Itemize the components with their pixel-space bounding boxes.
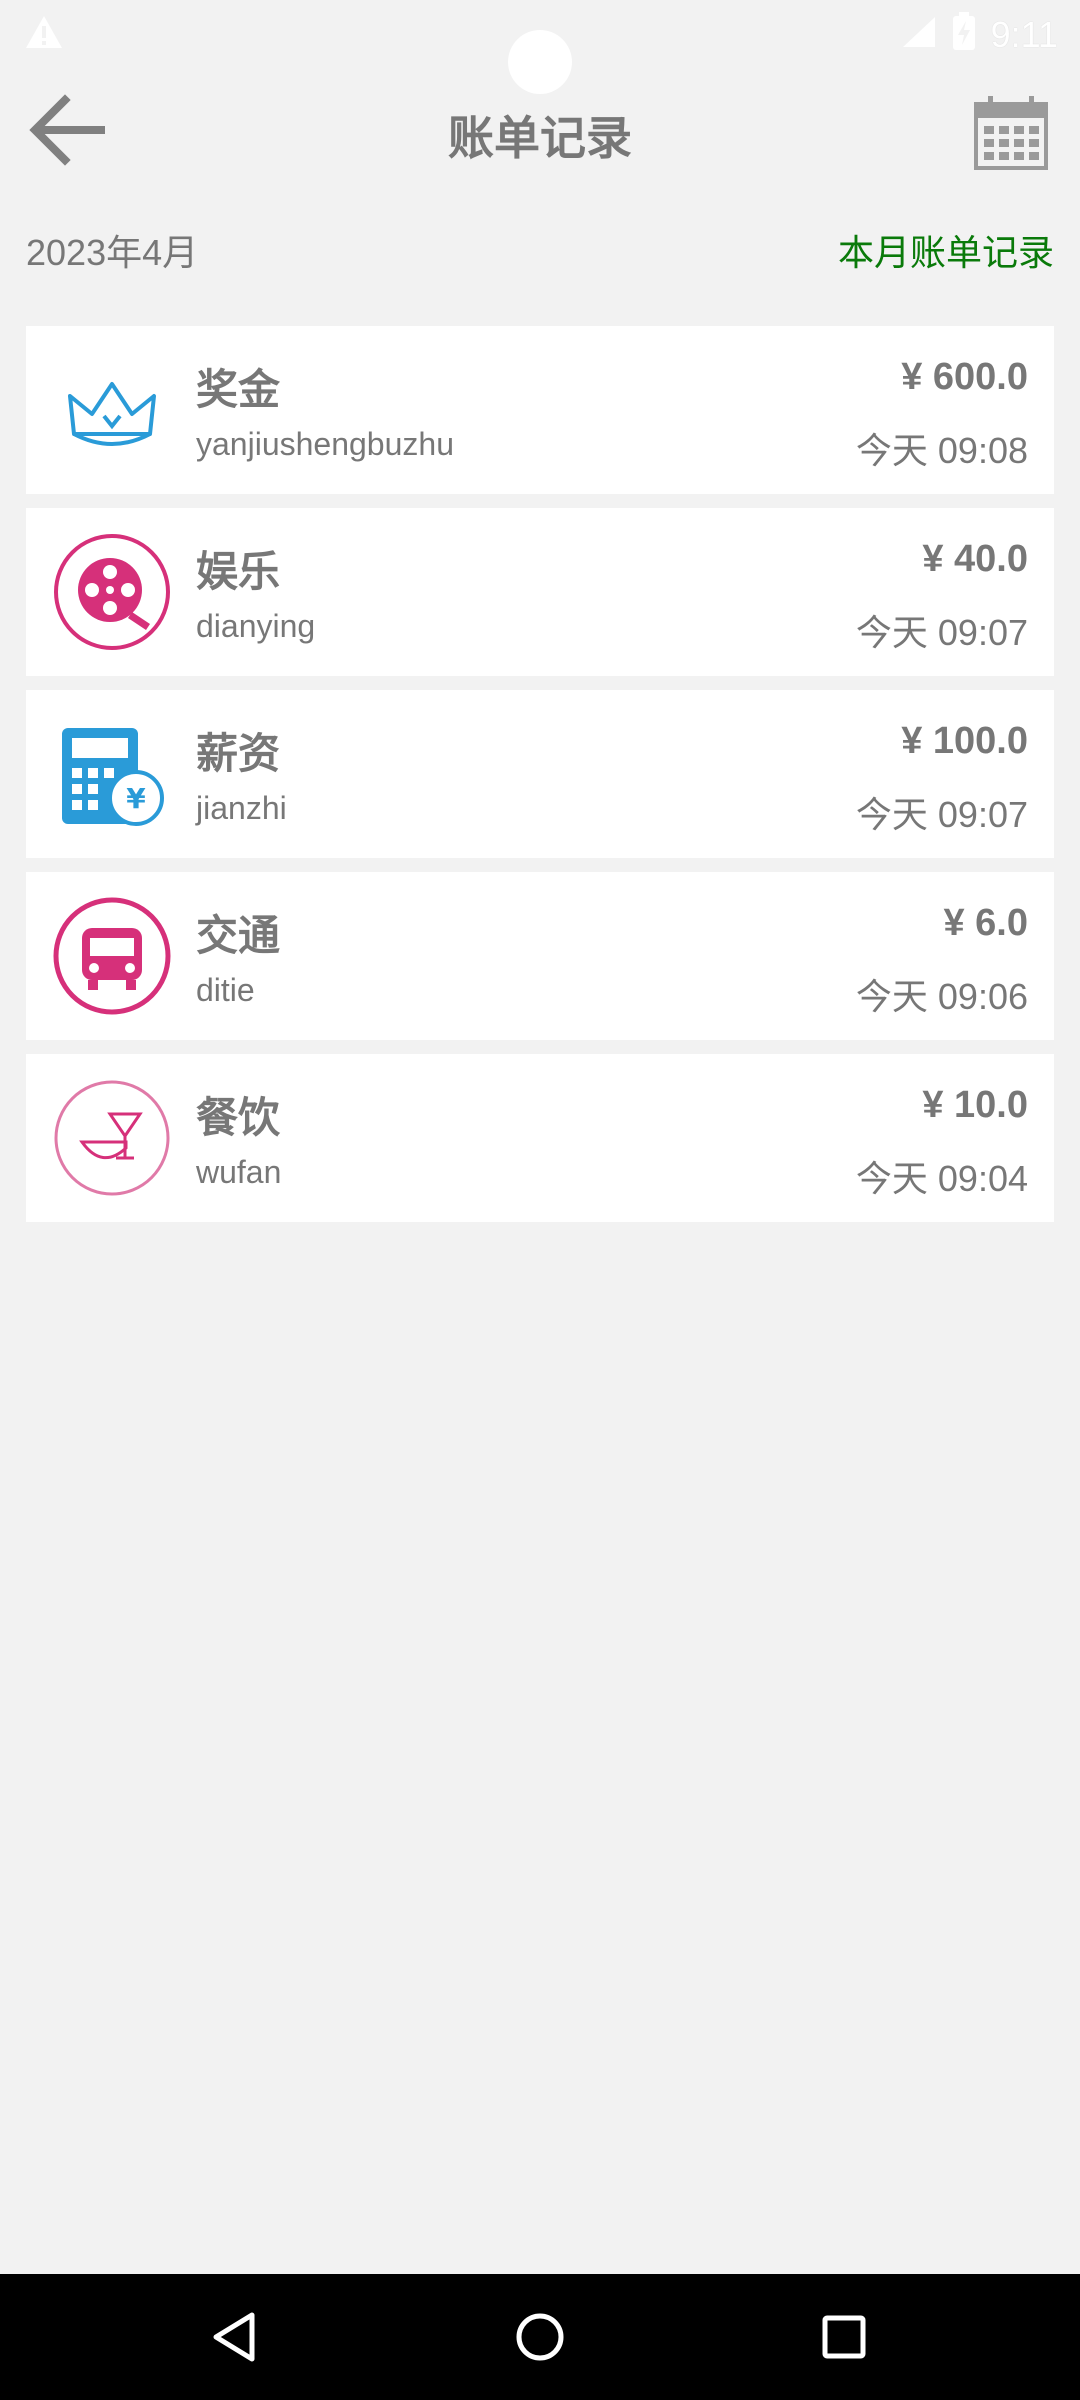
bill-item[interactable]: 交通 ditie ¥ 6.0 今天 09:06 — [26, 872, 1054, 1040]
calculator-yuan-icon: ¥ — [52, 714, 172, 834]
bill-note: dianying — [196, 608, 316, 644]
bill-amount: ¥ 10.0 — [922, 1084, 1028, 1126]
bill-time: 今天 09:07 — [855, 794, 1028, 835]
page-title: 账单记录 — [448, 112, 632, 164]
bill-category: 奖金 — [196, 366, 281, 413]
bus-icon — [52, 896, 172, 1016]
bill-time: 今天 09:07 — [855, 612, 1028, 653]
nav-back-icon[interactable] — [206, 2307, 266, 2367]
current-month-label: 2023年4月 — [26, 232, 199, 273]
bill-note: jianzhi — [196, 790, 287, 826]
bill-note: ditie — [196, 972, 255, 1008]
signal-icon — [901, 15, 937, 54]
nav-recent-icon[interactable] — [814, 2307, 874, 2367]
bill-item[interactable]: 奖金 yanjiushengbuzhu ¥ 600.0 今天 09:08 — [26, 326, 1054, 494]
bill-amount: ¥ 40.0 — [922, 538, 1028, 580]
calendar-icon — [972, 96, 1050, 176]
status-time: 9:11 — [990, 13, 1058, 55]
nav-home-icon[interactable] — [510, 2307, 570, 2367]
bill-category: 餐饮 — [196, 1094, 281, 1141]
bill-time: 今天 09:06 — [855, 976, 1028, 1017]
bill-category: 娱乐 — [196, 548, 281, 595]
bill-note: wufan — [196, 1154, 282, 1190]
battery-charging-icon — [951, 12, 977, 57]
calendar-button[interactable] — [972, 94, 1050, 172]
bill-amount: ¥ 6.0 — [943, 902, 1028, 944]
bill-item[interactable]: ¥ 薪资 jianzhi ¥ 100.0 今天 09:07 — [26, 690, 1054, 858]
bill-category: 交通 — [196, 912, 281, 959]
bill-time: 今天 09:04 — [855, 1158, 1028, 1199]
toolbar: 账单记录 — [0, 80, 1080, 186]
bill-item[interactable]: 餐饮 wufan ¥ 10.0 今天 09:04 — [26, 1054, 1054, 1222]
film-reel-icon — [52, 532, 172, 652]
warning-icon — [24, 14, 64, 55]
svg-text:¥: ¥ — [126, 782, 146, 815]
crown-icon — [52, 350, 172, 470]
month-header: 2023年4月 本月账单记录 — [26, 220, 1054, 280]
system-nav-bar — [0, 2274, 1080, 2400]
bill-note: yanjiushengbuzhu — [196, 426, 454, 462]
bill-list: 奖金 yanjiushengbuzhu ¥ 600.0 今天 09:08 娱乐 … — [26, 326, 1054, 1236]
bill-category: 薪资 — [196, 730, 281, 777]
bill-amount: ¥ 100.0 — [901, 720, 1028, 762]
monthly-records-link[interactable]: 本月账单记录 — [838, 224, 1054, 276]
dining-icon — [52, 1078, 172, 1198]
bill-time: 今天 09:08 — [855, 430, 1028, 471]
bill-amount: ¥ 600.0 — [901, 356, 1028, 398]
bill-item[interactable]: 娱乐 dianying ¥ 40.0 今天 09:07 — [26, 508, 1054, 676]
